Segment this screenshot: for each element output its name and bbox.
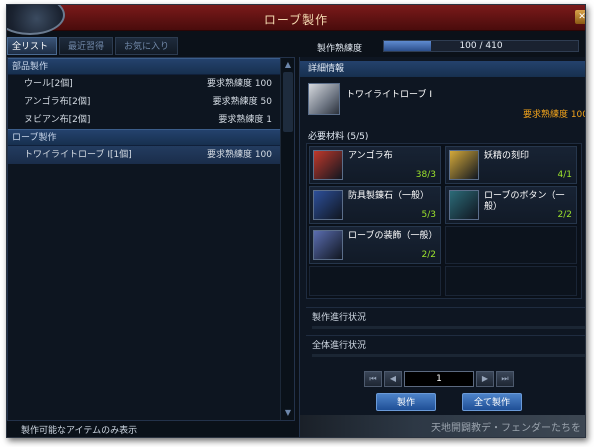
quantity-pager: ⏮ ◀ 1 ▶ ⏭ <box>364 371 516 387</box>
last-page-icon[interactable]: ⏭ <box>496 371 514 387</box>
quantity-input[interactable]: 1 <box>404 371 474 387</box>
tab-bar: 全リスト 最近習得 お気に入り <box>7 37 180 55</box>
window-title: ローブ製作 <box>263 13 329 27</box>
list-item[interactable]: ウール[2個] 要求熟練度 100 <box>8 75 294 93</box>
recipe-name: アンゴラ布[2個] <box>24 97 91 107</box>
recipe-name: ウール[2個] <box>24 79 73 89</box>
proficiency-label: 製作熟練度 <box>317 44 363 54</box>
product-name: トワイライトローブ I <box>346 90 432 100</box>
robe-icon[interactable] <box>308 83 340 115</box>
background-text: 天地開闢教デ・フェンダーたちを <box>431 423 581 434</box>
craft-progress: 製作進行状況 <box>306 307 585 331</box>
total-progress-bar <box>312 354 585 357</box>
craft-all-button[interactable]: 全て製作 <box>462 393 522 411</box>
prev-page-icon[interactable]: ◀ <box>384 371 402 387</box>
recipe-req: 要求熟練度 100 <box>206 150 272 160</box>
material-slot-empty <box>445 266 577 296</box>
background-strip: 天地開闢教デ・フェンダーたちを <box>300 415 585 437</box>
total-progress-label: 全体進行状況 <box>312 341 367 351</box>
recipe-req: 要求熟練度 100 <box>206 79 272 89</box>
material-slot[interactable]: 妖精の刻印 4/1 <box>445 146 577 184</box>
tab-all-list[interactable]: 全リスト <box>7 37 58 55</box>
button-icon <box>449 190 479 220</box>
product-info: トワイライトローブ I 要求熟練度 100 <box>306 83 586 123</box>
material-count: 4/1 <box>557 170 572 180</box>
scroll-down-icon[interactable]: ▼ <box>282 407 294 419</box>
tab-recent[interactable]: 最近習得 <box>59 37 114 55</box>
scroll-thumb[interactable] <box>283 72 293 132</box>
material-name: ローブの装飾（一般） <box>348 231 438 241</box>
material-count: 38/3 <box>415 170 436 180</box>
material-name: 妖精の刻印 <box>484 151 530 161</box>
material-slot-empty <box>445 226 577 264</box>
recipe-req: 要求熟練度 1 <box>218 115 272 125</box>
craft-window: ローブ製作 ✕ 全リスト 最近習得 お気に入り 製作熟練度 100 / 410 … <box>6 4 586 438</box>
material-count: 2/2 <box>557 210 572 220</box>
material-slot[interactable]: 防具製錬石（一般） 5/3 <box>309 186 441 224</box>
material-slot[interactable]: ローブの装飾（一般） 2/2 <box>309 226 441 264</box>
material-slot-empty <box>309 266 441 296</box>
list-item[interactable]: ヌビアン布[2個] 要求熟練度 1 <box>8 111 294 129</box>
scroll-up-icon[interactable]: ▲ <box>282 59 294 71</box>
total-progress: 全体進行状況 <box>306 335 585 359</box>
recipe-list: 部品製作 ウール[2個] 要求熟練度 100 アンゴラ布[2個] 要求熟練度 5… <box>7 57 295 421</box>
title-bar[interactable]: ローブ製作 ✕ <box>7 5 585 35</box>
craft-progress-label: 製作進行状況 <box>312 313 367 323</box>
materials-label: 必要材料 (5/5) <box>308 132 369 142</box>
materials-grid: アンゴラ布 38/3 妖精の刻印 4/1 防具製錬石（一般） 5/3 ローブのボ… <box>306 143 582 299</box>
cloth-icon <box>313 150 343 180</box>
material-name: 防具製錬石（一般） <box>348 191 430 201</box>
tab-favorites[interactable]: お気に入り <box>115 37 179 55</box>
recipe-name: トワイライトローブ I[1個] <box>24 150 132 160</box>
recipe-req: 要求熟練度 50 <box>212 97 272 107</box>
close-icon[interactable]: ✕ <box>575 10 585 24</box>
craft-progress-bar <box>312 326 585 329</box>
material-count: 2/2 <box>421 250 436 260</box>
ore-icon <box>313 190 343 220</box>
list-item-selected[interactable]: トワイライトローブ I[1個] 要求熟練度 100 <box>8 146 294 164</box>
list-scrollbar[interactable]: ▲ ▼ <box>280 58 294 420</box>
next-page-icon[interactable]: ▶ <box>476 371 494 387</box>
material-count: 5/3 <box>421 210 436 220</box>
ornament-icon <box>313 230 343 260</box>
recipe-name: ヌビアン布[2個] <box>24 115 91 125</box>
material-name: アンゴラ布 <box>348 151 393 161</box>
product-requirement: 要求熟練度 100 <box>522 110 586 120</box>
material-slot[interactable]: ローブのボタン（一般） 2/2 <box>445 186 577 224</box>
craftable-only-filter[interactable]: 製作可能なアイテムのみ表示 <box>7 424 295 437</box>
category-robe[interactable]: ローブ製作 <box>8 129 294 146</box>
list-item[interactable]: アンゴラ布[2個] 要求熟練度 50 <box>8 93 294 111</box>
first-page-icon[interactable]: ⏮ <box>364 371 382 387</box>
proficiency-value: 100 / 410 <box>459 41 503 51</box>
detail-header: 詳細情報 <box>300 61 585 77</box>
craft-button[interactable]: 製作 <box>376 393 436 411</box>
material-slot[interactable]: アンゴラ布 38/3 <box>309 146 441 184</box>
category-parts[interactable]: 部品製作 <box>8 58 294 75</box>
detail-panel: 詳細情報 トワイライトローブ I 要求熟練度 100 必要材料 (5/5) アン… <box>299 57 586 437</box>
scroll-icon <box>449 150 479 180</box>
